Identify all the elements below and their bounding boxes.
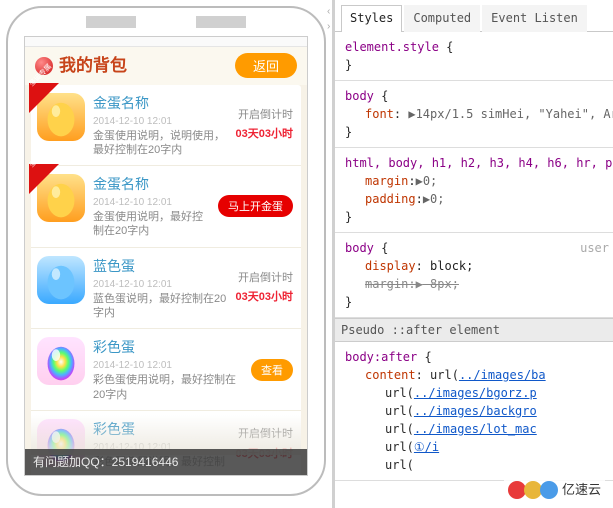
item-date: 2014-12-10 12:01	[93, 195, 210, 210]
tab-styles[interactable]: Styles	[341, 5, 402, 32]
item-desc: 蓝色蛋说明，最好控制在20字内	[93, 292, 228, 321]
back-button[interactable]: 返回	[235, 53, 297, 78]
page-title: 我的背包	[59, 53, 127, 79]
countdown-time: 03天03小时	[236, 126, 293, 143]
tab-computed[interactable]: Computed	[404, 5, 480, 32]
devtools-panel: StylesComputedEvent Listen element.style…	[335, 0, 613, 508]
countdown-label: 开启倒计时	[238, 426, 293, 443]
brand-logo: 亿速云	[504, 479, 605, 503]
rule-body-font[interactable]: body { font: ▶14px/1.5 simHei, "Yahei", …	[335, 81, 613, 148]
countdown-time: 03天03小时	[236, 289, 293, 306]
item-name: 蓝色蛋	[93, 256, 228, 277]
rule-reset[interactable]: html, body, h1, h2, h3, h4, h6, hr, p, b…	[335, 148, 613, 233]
list-item[interactable]: 金蛋名称2014-12-10 12:01金蛋使用说明，最好控制在20字内马上开金…	[31, 166, 301, 248]
item-info: 蓝色蛋2014-12-10 12:01蓝色蛋说明，最好控制在20字内	[93, 256, 228, 321]
css-url-line[interactable]: content: url(../images/ba	[345, 366, 609, 384]
egg-icon	[37, 256, 85, 304]
devtools-tabs: StylesComputedEvent Listen	[335, 0, 613, 32]
item-date: 2014-12-10 12:01	[93, 358, 243, 373]
css-url-line[interactable]: url(	[345, 456, 609, 474]
ribbon-badge	[29, 83, 59, 113]
item-name: 金蛋名称	[93, 174, 210, 195]
item-name: 彩色蛋	[93, 419, 228, 440]
item-date: 2014-12-10 12:01	[93, 114, 228, 129]
list-item[interactable]: 彩色蛋2014-12-10 12:01彩色蛋使用说明，最好控制在20字内查看	[31, 329, 301, 411]
item-info: 金蛋名称2014-12-10 12:01金蛋使用说明，最好控制在20字内	[93, 174, 210, 239]
item-right: 马上开金蛋	[218, 174, 293, 239]
css-url-line[interactable]: url(../images/bgorz.p	[345, 384, 609, 402]
css-url-line[interactable]: url(①/i	[345, 438, 609, 456]
ribbon-badge	[29, 164, 59, 194]
css-url-line[interactable]: url(../images/backgro	[345, 402, 609, 420]
item-name: 金蛋名称	[93, 93, 228, 114]
egg-icon	[37, 337, 85, 385]
footer-qq: 2519416446	[112, 455, 179, 469]
rule-element-style[interactable]: element.style { }	[335, 32, 613, 81]
app-screen: 我的背包 返回 金蛋名称2014-12-10 12:01金蛋使用说明，说明使用，…	[24, 36, 308, 476]
brand-text: 亿速云	[562, 481, 601, 501]
item-desc: 彩色蛋使用说明，最好控制在20字内	[93, 373, 243, 402]
header-bar: 我的背包 返回	[25, 47, 307, 85]
pseudo-header: Pseudo ::after element	[335, 318, 613, 342]
item-right: 查看	[251, 337, 293, 402]
item-info: 彩色蛋2014-12-10 12:01彩色蛋使用说明，最好控制在20字内	[93, 337, 243, 402]
item-right: 开启倒计时 03天03小时	[236, 93, 293, 158]
footer-bar: 有问题加QQ：2519416446	[25, 449, 307, 475]
backpack-list: 金蛋名称2014-12-10 12:01金蛋使用说明，说明使用，最好控制在20字…	[31, 85, 301, 477]
list-item[interactable]: 金蛋名称2014-12-10 12:01金蛋使用说明，说明使用，最好控制在20字…	[31, 85, 301, 167]
rule-body-after[interactable]: body:after { content: url(../images/baur…	[335, 342, 613, 481]
action-button[interactable]: 查看	[251, 359, 293, 381]
item-desc: 金蛋使用说明，最好控制在20字内	[93, 210, 210, 239]
device-frame: 我的背包 返回 金蛋名称2014-12-10 12:01金蛋使用说明，说明使用，…	[6, 6, 326, 496]
tab-event-listen[interactable]: Event Listen	[482, 5, 587, 32]
rule-body-display[interactable]: body { user display: block; margin:▶ 8px…	[335, 233, 613, 318]
item-date: 2014-12-10 12:01	[93, 277, 228, 292]
item-info: 金蛋名称2014-12-10 12:01金蛋使用说明，说明使用，最好控制在20字…	[93, 93, 228, 158]
item-right: 开启倒计时 03天03小时	[236, 256, 293, 321]
countdown-label: 开启倒计时	[238, 107, 293, 124]
item-name: 彩色蛋	[93, 337, 243, 358]
countdown-label: 开启倒计时	[238, 270, 293, 287]
item-desc: 金蛋使用说明，说明使用，最好控制在20字内	[93, 129, 228, 158]
action-button[interactable]: 马上开金蛋	[218, 195, 293, 217]
list-item[interactable]: 蓝色蛋2014-12-10 12:01蓝色蛋说明，最好控制在20字内开启倒计时 0…	[31, 248, 301, 330]
css-url-line[interactable]: url(../images/lot_mac	[345, 420, 609, 438]
footer-label: 有问题加QQ：	[33, 455, 112, 469]
